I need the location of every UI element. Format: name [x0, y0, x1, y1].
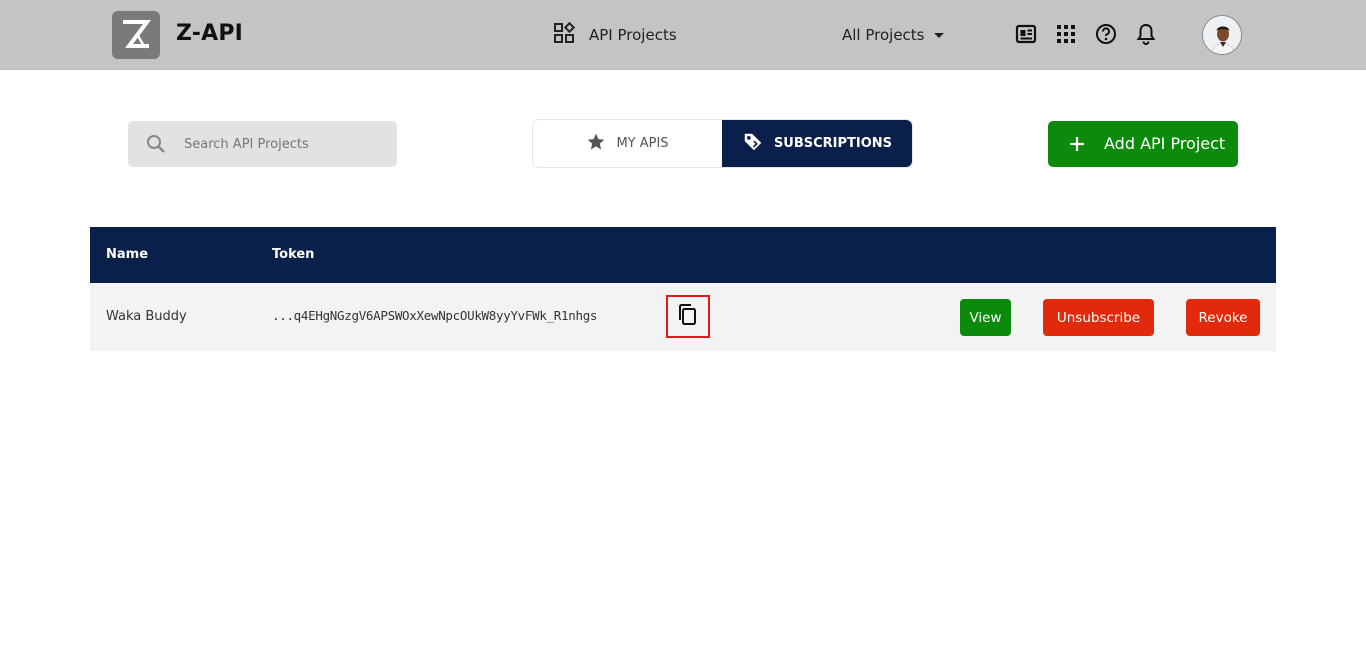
tab-subscriptions[interactable]: SUBSCRIPTIONS — [722, 120, 912, 167]
tab-subscriptions-label: SUBSCRIPTIONS — [773, 136, 893, 151]
copy-token-button[interactable] — [666, 295, 710, 338]
project-filter-dropdown[interactable]: All Projects — [842, 22, 944, 48]
avatar[interactable] — [1202, 15, 1242, 55]
apps-icon — [553, 21, 576, 48]
row-name: Waka Buddy — [106, 309, 187, 324]
tag-icon — [742, 131, 764, 157]
bell-icon[interactable] — [1134, 22, 1158, 46]
revoke-button[interactable]: Revoke — [1186, 299, 1260, 336]
project-filter-label: All Projects — [842, 26, 925, 44]
subscriptions-table: Name Token Waka Buddy ...q4EHgNGzgV6APSW… — [90, 227, 1276, 351]
nav-api-projects[interactable]: API Projects — [553, 21, 677, 48]
column-header-name: Name — [106, 247, 149, 262]
add-api-project-button[interactable]: Add API Project — [1048, 121, 1238, 167]
add-api-project-label: Add API Project — [1104, 134, 1226, 153]
help-circle-icon[interactable] — [1094, 22, 1118, 46]
row-token: ...q4EHgNGzgV6APSWOxXewNpcOUkW8yyYvFWk_R… — [272, 308, 598, 323]
copy-icon — [677, 303, 699, 331]
nav-api-projects-label: API Projects — [589, 26, 677, 44]
grid-icon[interactable] — [1054, 22, 1078, 46]
search-icon — [146, 134, 166, 154]
column-header-token: Token — [272, 247, 315, 262]
z-logo-icon[interactable] — [112, 11, 160, 59]
brand-title: Z-API — [176, 21, 244, 46]
tab-group: MY APIS SUBSCRIPTIONS — [532, 119, 913, 168]
table-header: Name Token — [90, 227, 1276, 283]
plus-icon — [1068, 133, 1086, 155]
unsubscribe-button[interactable]: Unsubscribe — [1043, 299, 1154, 336]
star-icon — [586, 132, 606, 156]
search-box — [128, 121, 397, 167]
tab-my-apis-label: MY APIS — [616, 136, 669, 151]
docs-icon[interactable] — [1014, 22, 1038, 46]
view-button[interactable]: View — [960, 299, 1011, 336]
tab-my-apis[interactable]: MY APIS — [533, 120, 722, 167]
table-row: Waka Buddy ...q4EHgNGzgV6APSWOxXewNpcOUk… — [90, 283, 1276, 351]
caret-down-icon — [933, 32, 944, 38]
top-navigation-bar: Z-API API Projects All Projects — [0, 0, 1366, 70]
search-input[interactable] — [184, 121, 384, 167]
